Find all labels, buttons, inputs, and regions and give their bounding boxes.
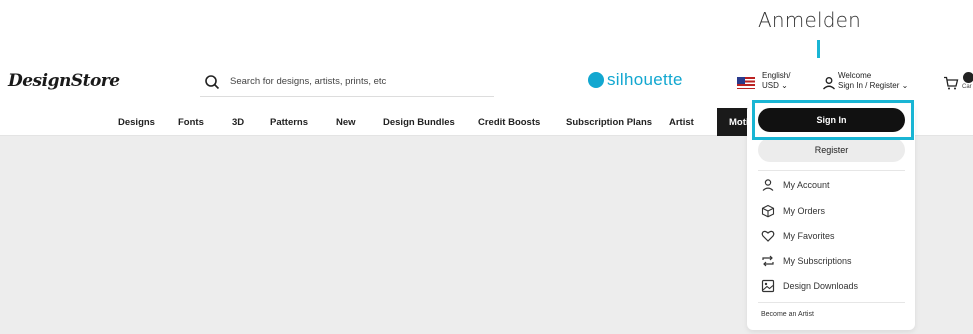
menu-item-design-downloads[interactable]: Design Downloads xyxy=(761,279,858,293)
menu-item-label: My Favorites xyxy=(783,231,835,241)
site-logo[interactable]: DesignStore xyxy=(8,71,120,91)
become-artist-link[interactable]: Become an Artist xyxy=(761,311,814,318)
repeat-icon xyxy=(762,255,774,267)
menu-item-label: My Subscriptions xyxy=(783,256,852,266)
stage: Anmelden DesignStore Search for designs,… xyxy=(0,0,973,334)
dropdown-divider xyxy=(758,170,905,171)
menu-item-label: My Orders xyxy=(783,206,826,216)
menu-item-my-subscriptions[interactable]: My Subscriptions xyxy=(761,254,852,268)
box-icon xyxy=(761,204,775,218)
heart-icon xyxy=(761,230,775,242)
currency-label: USD ⌄ xyxy=(762,81,788,90)
dropdown-divider xyxy=(758,302,905,303)
annotation-highlight-box xyxy=(752,100,914,140)
nav-item-patterns[interactable]: Patterns xyxy=(270,117,308,128)
search-input[interactable]: Search for designs, artists, prints, etc xyxy=(230,76,386,87)
annotation-label: Anmelden xyxy=(758,8,861,32)
language-label: English/ xyxy=(762,71,791,80)
welcome-label: Welcome xyxy=(838,71,872,80)
menu-item-label: Design Downloads xyxy=(783,281,859,291)
menu-item-my-orders[interactable]: My Orders xyxy=(761,204,825,218)
nav-item-new[interactable]: New xyxy=(336,117,356,128)
nav-item-fonts[interactable]: Fonts xyxy=(178,117,204,128)
search-icon[interactable] xyxy=(204,74,220,90)
nav-item-3d[interactable]: 3D xyxy=(232,117,244,128)
nav-item-subscription-plans[interactable]: Subscription Plans xyxy=(566,117,652,128)
signin-register-label: Sign In / Register ⌄ xyxy=(838,81,909,90)
silhouette-logo[interactable]: silhouette xyxy=(588,70,683,90)
user-icon xyxy=(762,179,774,191)
menu-item-my-account[interactable]: My Account xyxy=(761,178,830,192)
menu-item-label: My Account xyxy=(783,180,830,190)
nav-item-artist[interactable]: Artist xyxy=(669,117,694,128)
cart-label: Car xyxy=(962,84,972,90)
image-icon xyxy=(761,279,775,293)
account-menu-toggle[interactable]: Welcome Sign In / Register ⌄ xyxy=(838,71,908,91)
nav-item-credit-boosts[interactable]: Credit Boosts xyxy=(478,117,540,128)
silhouette-brand-text: silhouette xyxy=(607,70,683,89)
register-button[interactable]: Register xyxy=(758,138,905,162)
cart-icon[interactable] xyxy=(943,76,959,90)
user-icon[interactable] xyxy=(822,76,836,90)
menu-item-my-favorites[interactable]: My Favorites xyxy=(761,229,835,243)
search-underline xyxy=(200,96,494,97)
us-flag-icon[interactable] xyxy=(737,77,755,89)
nav-item-design-bundles[interactable]: Design Bundles xyxy=(383,117,455,128)
nav-item-designs[interactable]: Designs xyxy=(118,117,155,128)
cart-count-badge xyxy=(963,72,973,83)
language-currency-selector[interactable]: English/ USD ⌄ xyxy=(762,71,790,91)
silhouette-mark-icon xyxy=(588,72,604,88)
